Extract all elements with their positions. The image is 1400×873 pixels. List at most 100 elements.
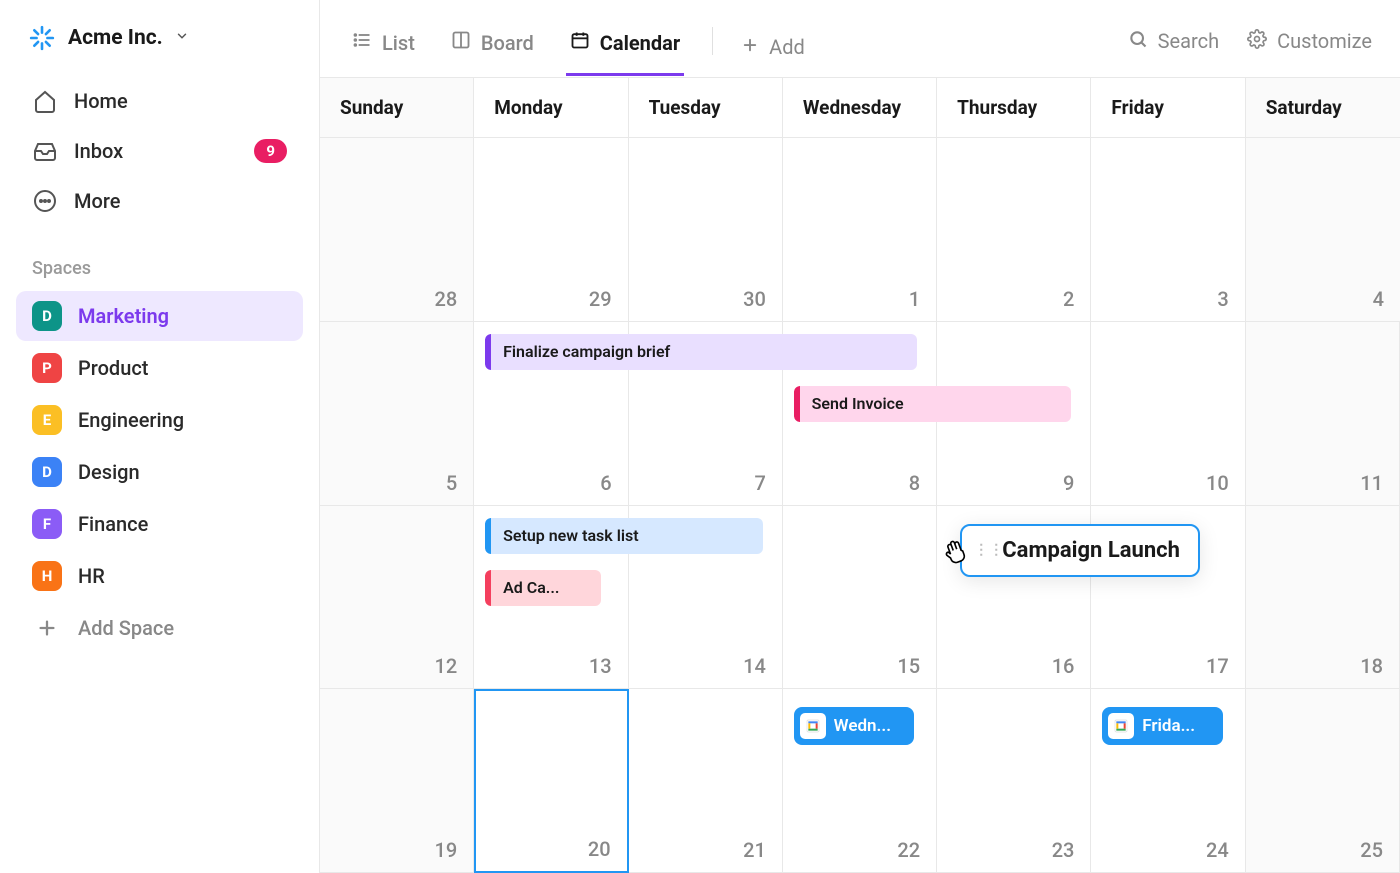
week-row: 19202122232425 Wedn... Frida... bbox=[320, 689, 1400, 873]
day-number: 29 bbox=[589, 287, 612, 311]
event-title: Campaign Launch bbox=[1002, 538, 1180, 563]
day-number: 15 bbox=[897, 654, 920, 678]
home-icon bbox=[32, 88, 58, 114]
space-item[interactable]: FFinance bbox=[16, 499, 303, 549]
dow-header: Tuesday bbox=[629, 78, 783, 138]
spaces-section-label: Spaces bbox=[0, 234, 319, 289]
space-item[interactable]: HHR bbox=[16, 551, 303, 601]
sidebar: Acme Inc. Home Inbox 9 bbox=[0, 0, 320, 873]
divider bbox=[712, 27, 713, 55]
view-tab-label: Calendar bbox=[600, 31, 680, 55]
event-label: Finalize campaign brief bbox=[491, 342, 682, 361]
gear-icon bbox=[1247, 29, 1267, 54]
calendar: SundayMondayTuesdayWednesdayThursdayFrid… bbox=[320, 77, 1400, 873]
event-bar[interactable]: Setup new task list bbox=[485, 518, 763, 554]
day-cell[interactable]: 19 bbox=[320, 689, 474, 873]
day-cell[interactable]: 12 bbox=[320, 506, 474, 690]
view-tab-board[interactable]: Board bbox=[447, 18, 538, 76]
space-item[interactable]: D Design bbox=[16, 447, 303, 497]
space-avatar: F bbox=[32, 509, 62, 539]
dow-header: Thursday bbox=[937, 78, 1091, 138]
nav-inbox[interactable]: Inbox 9 bbox=[16, 126, 303, 176]
list-icon bbox=[352, 30, 372, 55]
space-avatar: D bbox=[32, 457, 62, 487]
event-label: Frida... bbox=[1142, 716, 1195, 736]
day-number: 30 bbox=[743, 287, 766, 311]
day-number: 7 bbox=[754, 471, 765, 495]
external-event[interactable]: Wedn... bbox=[794, 707, 914, 745]
workspace-switcher[interactable]: Acme Inc. bbox=[0, 0, 319, 68]
day-cell[interactable]: 2 bbox=[937, 138, 1091, 322]
search-button[interactable]: Search bbox=[1128, 29, 1219, 54]
week-row: 28 29 30 1 23 4 bbox=[320, 138, 1400, 322]
nav-more[interactable]: More bbox=[16, 176, 303, 226]
drag-handle-icon: ⋮⋮ bbox=[974, 542, 1004, 558]
more-icon bbox=[32, 188, 58, 214]
plus-icon bbox=[741, 35, 759, 59]
calendar-icon bbox=[570, 30, 590, 55]
day-cell[interactable]: 23 bbox=[937, 689, 1091, 873]
dragging-event-card[interactable]: ⋮⋮ Campaign Launch bbox=[960, 524, 1200, 577]
day-cell[interactable]: 30 bbox=[629, 138, 783, 322]
day-number: 2 bbox=[1063, 287, 1074, 311]
day-cell[interactable]: 1 bbox=[783, 138, 937, 322]
day-cell[interactable]: 29 bbox=[474, 138, 628, 322]
day-cell[interactable]: 20 bbox=[474, 689, 628, 873]
space-item[interactable]: P Product bbox=[16, 343, 303, 393]
nav-label: Inbox bbox=[74, 139, 123, 163]
day-number: 25 bbox=[1360, 838, 1383, 862]
event-label: Ad Ca... bbox=[491, 578, 571, 597]
space-item[interactable]: EEngineering bbox=[16, 395, 303, 445]
week-row: 12131415161718 Setup new task list Ad Ca… bbox=[320, 506, 1400, 690]
plus-icon bbox=[32, 613, 62, 643]
day-cell[interactable]: 21 bbox=[629, 689, 783, 873]
day-number: 11 bbox=[1360, 471, 1383, 495]
add-space-button[interactable]: Add Space bbox=[16, 603, 303, 653]
day-cell[interactable]: 15 bbox=[783, 506, 937, 690]
event-bar[interactable]: Send Invoice bbox=[794, 386, 1072, 422]
event-bar[interactable]: Ad Ca... bbox=[485, 570, 601, 606]
week-row: 567891011 Finalize campaign brief Send I… bbox=[320, 322, 1400, 506]
view-tab-list[interactable]: List bbox=[348, 18, 419, 76]
view-tab-label: Board bbox=[481, 31, 534, 55]
main: List Board Calendar Add Search Customize S… bbox=[320, 0, 1400, 873]
day-number: 1 bbox=[909, 287, 920, 311]
day-cell[interactable]: 5 bbox=[320, 322, 474, 506]
day-cell[interactable]: 25 bbox=[1246, 689, 1400, 873]
space-avatar: P bbox=[32, 353, 62, 383]
customize-button[interactable]: Customize bbox=[1247, 29, 1372, 54]
day-cell[interactable]: 18 bbox=[1246, 506, 1400, 690]
space-label: Product bbox=[78, 356, 148, 380]
add-view-button[interactable]: Add bbox=[741, 35, 805, 59]
day-number: 20 bbox=[588, 837, 611, 861]
day-cell[interactable]: 10 bbox=[1091, 322, 1245, 506]
day-number: 5 bbox=[446, 471, 457, 495]
day-cell[interactable]: 4 bbox=[1246, 138, 1400, 322]
day-cell[interactable]: 28 bbox=[320, 138, 474, 322]
dow-header: Saturday bbox=[1246, 78, 1400, 138]
day-number: 4 bbox=[1373, 287, 1384, 311]
space-avatar: D bbox=[32, 301, 62, 331]
space-label: Design bbox=[78, 460, 140, 484]
gcal-icon bbox=[1108, 713, 1134, 739]
nav-label: Home bbox=[74, 89, 128, 113]
toolbar: List Board Calendar Add Search Customize bbox=[320, 0, 1400, 77]
day-cell[interactable]: 3 bbox=[1091, 138, 1245, 322]
add-space-label: Add Space bbox=[78, 616, 174, 640]
search-icon bbox=[1128, 29, 1148, 54]
external-event[interactable]: Frida... bbox=[1102, 707, 1222, 745]
chevron-down-icon bbox=[175, 29, 189, 47]
search-label: Search bbox=[1158, 29, 1219, 53]
board-icon bbox=[451, 30, 471, 55]
day-number: 28 bbox=[435, 287, 458, 311]
nav-home[interactable]: Home bbox=[16, 76, 303, 126]
event-bar[interactable]: Finalize campaign brief bbox=[485, 334, 917, 370]
view-tab-calendar[interactable]: Calendar bbox=[566, 18, 684, 76]
dow-header: Monday bbox=[474, 78, 628, 138]
add-label: Add bbox=[769, 35, 805, 59]
workspace-name: Acme Inc. bbox=[68, 26, 163, 50]
day-number: 14 bbox=[743, 654, 766, 678]
day-cell[interactable]: 11 bbox=[1246, 322, 1400, 506]
space-item[interactable]: DMarketing bbox=[16, 291, 303, 341]
day-number: 8 bbox=[909, 471, 920, 495]
